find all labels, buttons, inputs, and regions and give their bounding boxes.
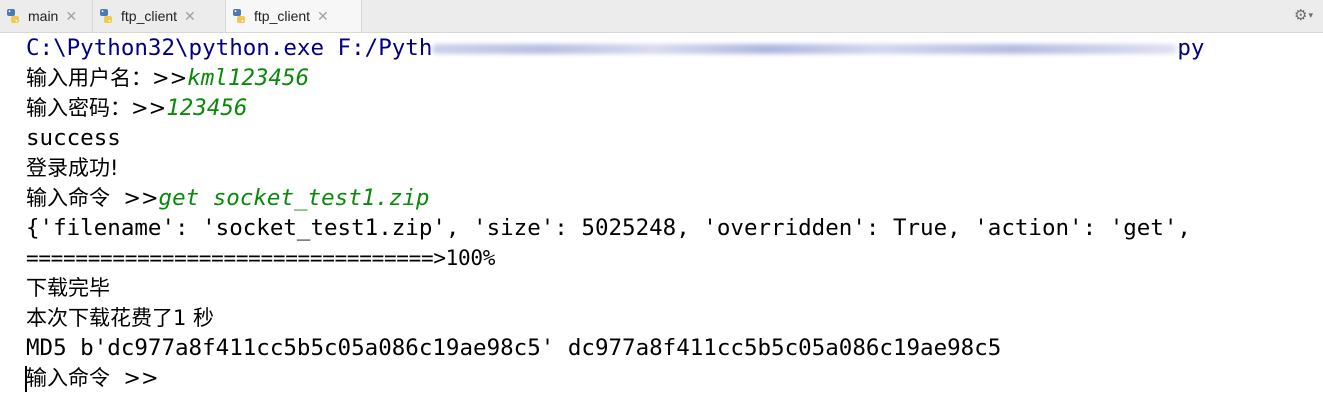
command-text: C:\Python32\python.exe F:/Pyth [26,35,433,61]
password-input: 123456 [166,95,248,121]
redacted-path [432,33,1177,63]
gear-icon: ⚙ [1294,7,1308,24]
close-icon[interactable]: ✕ [184,8,196,25]
close-icon[interactable]: ✕ [65,8,77,25]
console-header-info: {'filename': 'socket_test1.zip', 'size':… [26,215,1191,241]
console-download-done: 下载完毕 [26,276,110,300]
username-input: kml123456 [187,65,310,91]
console-progress-bar: =================================>100% [26,246,496,270]
python-icon [233,9,245,23]
run-console-output[interactable]: C:\Python32\python.exe F:/Pyth py 输入用户名：>… [0,33,1323,402]
tab-label: main [28,8,59,24]
python-icon [100,9,112,23]
tab-ftp-client-2[interactable]: ftp_client ✕ [226,0,362,32]
tab-ftp-client-1[interactable]: ftp_client ✕ [93,0,226,32]
settings-button[interactable]: ⚙ ▾ [1294,6,1313,24]
tab-label: ftp_client [254,8,311,24]
python-icon [7,9,19,23]
editor-tab-bar: main ✕ ftp_client ✕ ftp_client ✕ ⚙ ▾ [0,0,1323,33]
tab-label: ftp_client [121,8,178,24]
console-username-line: 输入用户名：>>kml123456 [26,63,309,93]
console-md5-line: MD5 b'dc977a8f411cc5b5c05a086c19ae98c5' … [26,335,1002,361]
console-status-line: success [26,125,121,151]
command-input: get socket_test1.zip [158,185,430,211]
password-prompt: 输入密码：>> [26,96,167,120]
console-command-line: C:\Python32\python.exe F:/Pyth py [26,33,1204,63]
console-time-message: 本次下载花费了1 秒 [26,306,215,330]
caret-down-icon: ▾ [1308,9,1313,20]
close-icon[interactable]: ✕ [317,8,329,25]
username-prompt: 输入用户名：>> [26,66,188,90]
console-password-line: 输入密码：>>123456 [26,93,247,123]
console-command-prompt-line: 输入命令 >>get socket_test1.zip [26,183,429,213]
console-command-prompt-line-2: 输入命令 >> [26,366,159,390]
text-cursor [25,366,27,392]
command-prompt: 输入命令 >> [26,186,159,210]
tab-main[interactable]: main ✕ [0,0,93,32]
command-text-end: py [1177,35,1205,61]
console-login-message: 登录成功! [26,156,119,180]
